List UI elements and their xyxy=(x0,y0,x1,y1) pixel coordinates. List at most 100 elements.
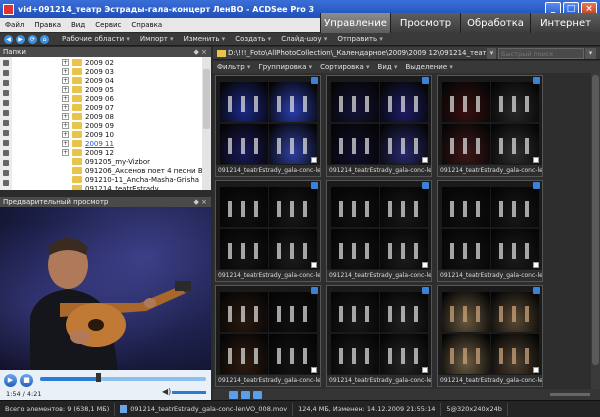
thumbnail-image xyxy=(442,82,539,164)
folder-icon xyxy=(72,149,82,156)
select-checkbox[interactable] xyxy=(422,157,428,163)
gallery-scrollbar[interactable] xyxy=(591,73,600,389)
expand-icon[interactable]: + xyxy=(62,95,69,102)
filter-menu[interactable]: Фильтр xyxy=(217,63,250,71)
folder-tree-item[interactable]: 091214_teatrEstrady xyxy=(72,184,159,190)
select-checkbox[interactable] xyxy=(311,157,317,163)
menu-help[interactable]: Справка xyxy=(126,21,167,29)
thumbnail-item[interactable]: 091214_teatrEstrady_gala-conc-lenVO_ xyxy=(215,180,321,282)
expand-icon[interactable]: + xyxy=(62,149,69,156)
sort-menu[interactable]: Сортировка xyxy=(320,63,369,71)
select-checkbox[interactable] xyxy=(533,262,539,268)
quick-search-input[interactable] xyxy=(498,48,584,59)
toolbar-workspaces[interactable]: Рабочие области xyxy=(62,35,130,43)
folder-label: 2009 06 xyxy=(85,94,114,103)
thumbnail-item[interactable]: 091214_teatrEstrady_gala-conc-lenVO_ xyxy=(215,75,321,177)
toolbar-edit[interactable]: Изменить xyxy=(184,35,226,43)
folder-tree-item[interactable]: +2009 09 xyxy=(62,121,114,130)
group-menu[interactable]: Группировка xyxy=(258,63,312,71)
toolbar-create[interactable]: Создать xyxy=(235,35,271,43)
folder-tree-item[interactable]: 091206_Аксенов поет 4 песни Визбора xyxy=(72,166,211,175)
select-checkbox[interactable] xyxy=(533,367,539,373)
expand-icon[interactable]: + xyxy=(62,59,69,66)
tab-view[interactable]: Просмотр xyxy=(390,13,460,34)
search-dropdown-icon[interactable]: ▾ xyxy=(585,48,596,59)
forward-icon[interactable]: ▶ xyxy=(16,34,25,44)
details-view-icon[interactable] xyxy=(241,390,250,399)
path-field[interactable]: D:\!!!_Foto\AllPhotoCollection\_Календар… xyxy=(228,48,486,59)
thumbnail-item[interactable]: 091214_teatrEstrady_gala-conc-lenVO_ xyxy=(326,75,432,177)
folder-tree-item[interactable]: +2009 03 xyxy=(62,67,114,76)
folder-label: 2009 08 xyxy=(85,112,114,121)
toolbar: ◀ ▶ ⟳ ⌂ Рабочие области Импорт Изменить … xyxy=(0,33,600,46)
folder-icon xyxy=(72,59,82,66)
folder-tree-item[interactable]: 091205_my-Vizbor xyxy=(72,157,150,166)
pin-icon[interactable]: ◆ × xyxy=(194,48,211,56)
view-menu[interactable]: Вид xyxy=(378,63,398,71)
toolbar-send[interactable]: Отправить xyxy=(337,35,383,43)
path-dropdown-icon[interactable]: ▾ xyxy=(487,48,496,59)
expand-icon[interactable]: + xyxy=(62,104,69,111)
folder-tree-item[interactable]: 091210-11_Ancha-Masha-Grisha xyxy=(72,175,199,184)
thumbnail-image xyxy=(331,82,428,164)
volume-slider[interactable] xyxy=(172,391,206,394)
select-checkbox[interactable] xyxy=(422,367,428,373)
folder-tree-item[interactable]: +2009 07 xyxy=(62,103,114,112)
favorites-gutter xyxy=(0,57,12,190)
thumbnail-zoom-slider[interactable] xyxy=(550,393,590,396)
folder-tree-item[interactable]: +2009 04 xyxy=(62,76,114,85)
folder-tree-item[interactable]: +2009 02 xyxy=(62,58,114,67)
folder-tree-item[interactable]: +2009 08 xyxy=(62,112,114,121)
select-checkbox[interactable] xyxy=(422,262,428,268)
select-checkbox[interactable] xyxy=(311,367,317,373)
menu-view[interactable]: Вид xyxy=(66,21,90,29)
expand-icon[interactable]: + xyxy=(62,77,69,84)
thumbnail-image xyxy=(442,187,539,269)
tab-online[interactable]: Интернет xyxy=(530,13,600,34)
folders-tree: +2009 02 +2009 03 +2009 04 +2009 05 +2009 06… xyxy=(0,57,211,190)
thumbnail-item[interactable]: 091214_teatrEstrady_gala-conc-lenVO_ xyxy=(437,75,543,177)
back-icon[interactable]: ◀ xyxy=(4,34,13,44)
thumbnail-item[interactable]: 091214_teatrEstrady_gala-conc-lenVO_ xyxy=(215,285,321,387)
thumbnail-item[interactable]: 091214_teatrEstrady_gala-conc-lenVO_ xyxy=(326,180,432,282)
tab-manage[interactable]: Управление xyxy=(320,13,390,34)
folder-tree-item[interactable]: +2009 05 xyxy=(62,85,114,94)
thumbnail-caption: 091214_teatrEstrady_gala-conc-lenVO_ xyxy=(438,165,542,176)
folder-tree-item[interactable]: +2009 12 xyxy=(62,148,114,157)
expand-icon[interactable]: + xyxy=(62,86,69,93)
select-checkbox[interactable] xyxy=(533,157,539,163)
expand-icon[interactable]: + xyxy=(62,113,69,120)
menu-tools[interactable]: Сервис xyxy=(90,21,126,29)
filmstrip-view-icon[interactable] xyxy=(253,390,262,399)
refresh-icon[interactable]: ⟳ xyxy=(28,34,37,44)
preview-panel-title: Предварительный просмотр xyxy=(3,198,109,206)
seek-handle[interactable] xyxy=(96,373,101,382)
select-menu[interactable]: Выделение xyxy=(405,63,452,71)
toolbar-import[interactable]: Импорт xyxy=(140,35,174,43)
menu-edit[interactable]: Правка xyxy=(29,21,66,29)
preview-panel-header: Предварительный просмотр ◆ × xyxy=(0,197,211,207)
stop-icon[interactable]: ■ xyxy=(20,374,33,387)
thumbnail-item[interactable]: 091214_teatrEstrady_gala-conc-lenVO_ xyxy=(326,285,432,387)
folders-scrollbar[interactable] xyxy=(202,57,211,190)
folder-tree-item[interactable]: +2009 11 xyxy=(62,139,114,148)
folder-icon xyxy=(72,140,82,147)
guitarist-image xyxy=(30,238,191,370)
home-icon[interactable]: ⌂ xyxy=(40,34,49,44)
thumbnail-item[interactable]: 091214_teatrEstrady_gala-conc-lenVO_ xyxy=(437,285,543,387)
thumbnail-view-icon[interactable] xyxy=(229,390,238,399)
expand-icon[interactable]: + xyxy=(62,140,69,147)
expand-icon[interactable]: + xyxy=(62,131,69,138)
expand-icon[interactable]: + xyxy=(62,68,69,75)
thumbnail-item[interactable]: 091214_teatrEstrady_gala-conc-lenVO_ xyxy=(437,180,543,282)
pin-icon[interactable]: ◆ × xyxy=(194,198,211,206)
volume-icon[interactable]: ◀) xyxy=(162,387,171,396)
folder-tree-item[interactable]: +2009 06 xyxy=(62,94,114,103)
menu-file[interactable]: Файл xyxy=(0,21,29,29)
tab-develop[interactable]: Обработка xyxy=(460,13,530,34)
toolbar-slideshow[interactable]: Слайд-шоу xyxy=(281,35,327,43)
play-icon[interactable]: ▶ xyxy=(4,374,17,387)
expand-icon[interactable]: + xyxy=(62,122,69,129)
select-checkbox[interactable] xyxy=(311,262,317,268)
folder-tree-item[interactable]: +2009 10 xyxy=(62,130,114,139)
